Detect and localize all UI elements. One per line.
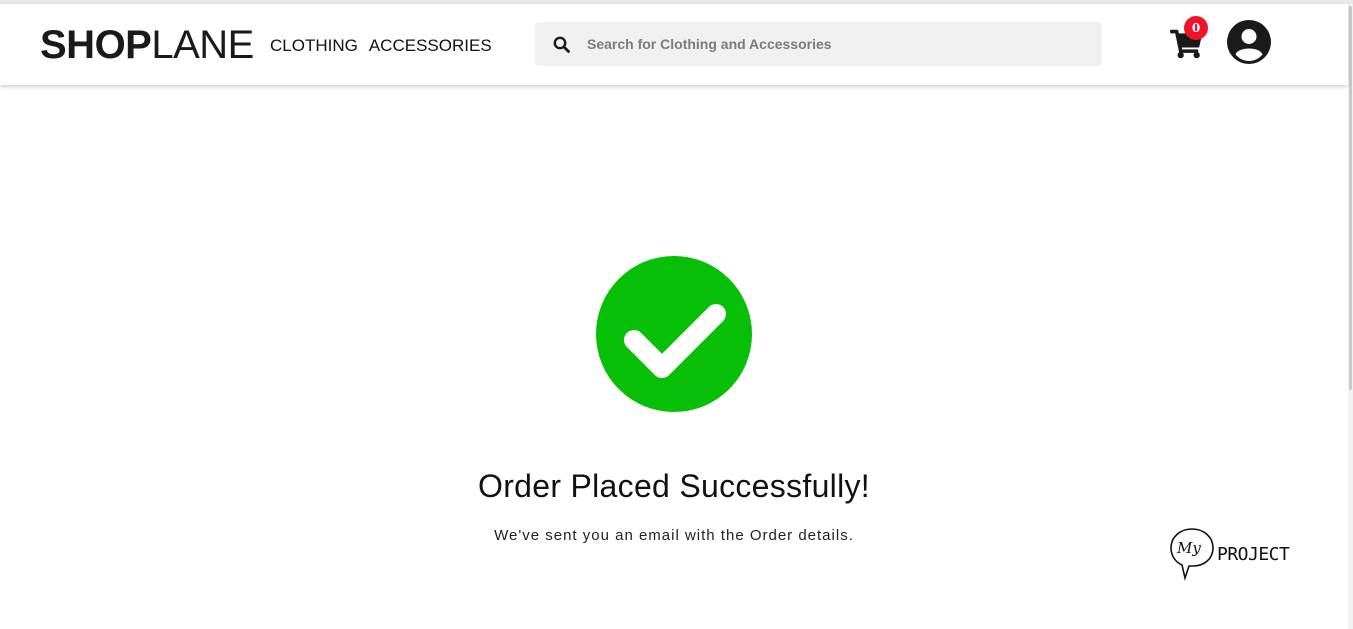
brand-logo-light: LANE: [151, 23, 254, 67]
user-circle-icon[interactable]: [1226, 19, 1272, 65]
cart-count-badge: 0: [1184, 16, 1208, 40]
nav-accessories-link[interactable]: ACCESSORIES: [369, 36, 492, 56]
brand-logo[interactable]: SHOPLANE: [40, 23, 254, 67]
page-scrollbar-thumb[interactable]: [1349, 6, 1352, 390]
watermark-label: PROJECT: [1217, 543, 1290, 565]
brand-logo-bold: SHOP: [40, 23, 152, 67]
site-header: SHOPLANE CLOTHING ACCESSORIES 0: [0, 4, 1348, 85]
my-logo-icon: My: [1170, 528, 1214, 581]
check-circle-icon: [596, 256, 752, 412]
main-nav: CLOTHING ACCESSORIES: [270, 36, 492, 56]
search-bar[interactable]: [535, 22, 1102, 66]
project-watermark: My PROJECT: [1169, 526, 1304, 582]
nav-clothing-link[interactable]: CLOTHING: [270, 36, 358, 56]
confirmation-subtitle: We've sent you an email with the Order d…: [494, 527, 854, 544]
search-input[interactable]: [587, 22, 1087, 66]
search-icon[interactable]: [535, 22, 587, 66]
svg-text:My: My: [1176, 539, 1201, 557]
confirmation-title: Order Placed Successfully!: [478, 468, 870, 504]
